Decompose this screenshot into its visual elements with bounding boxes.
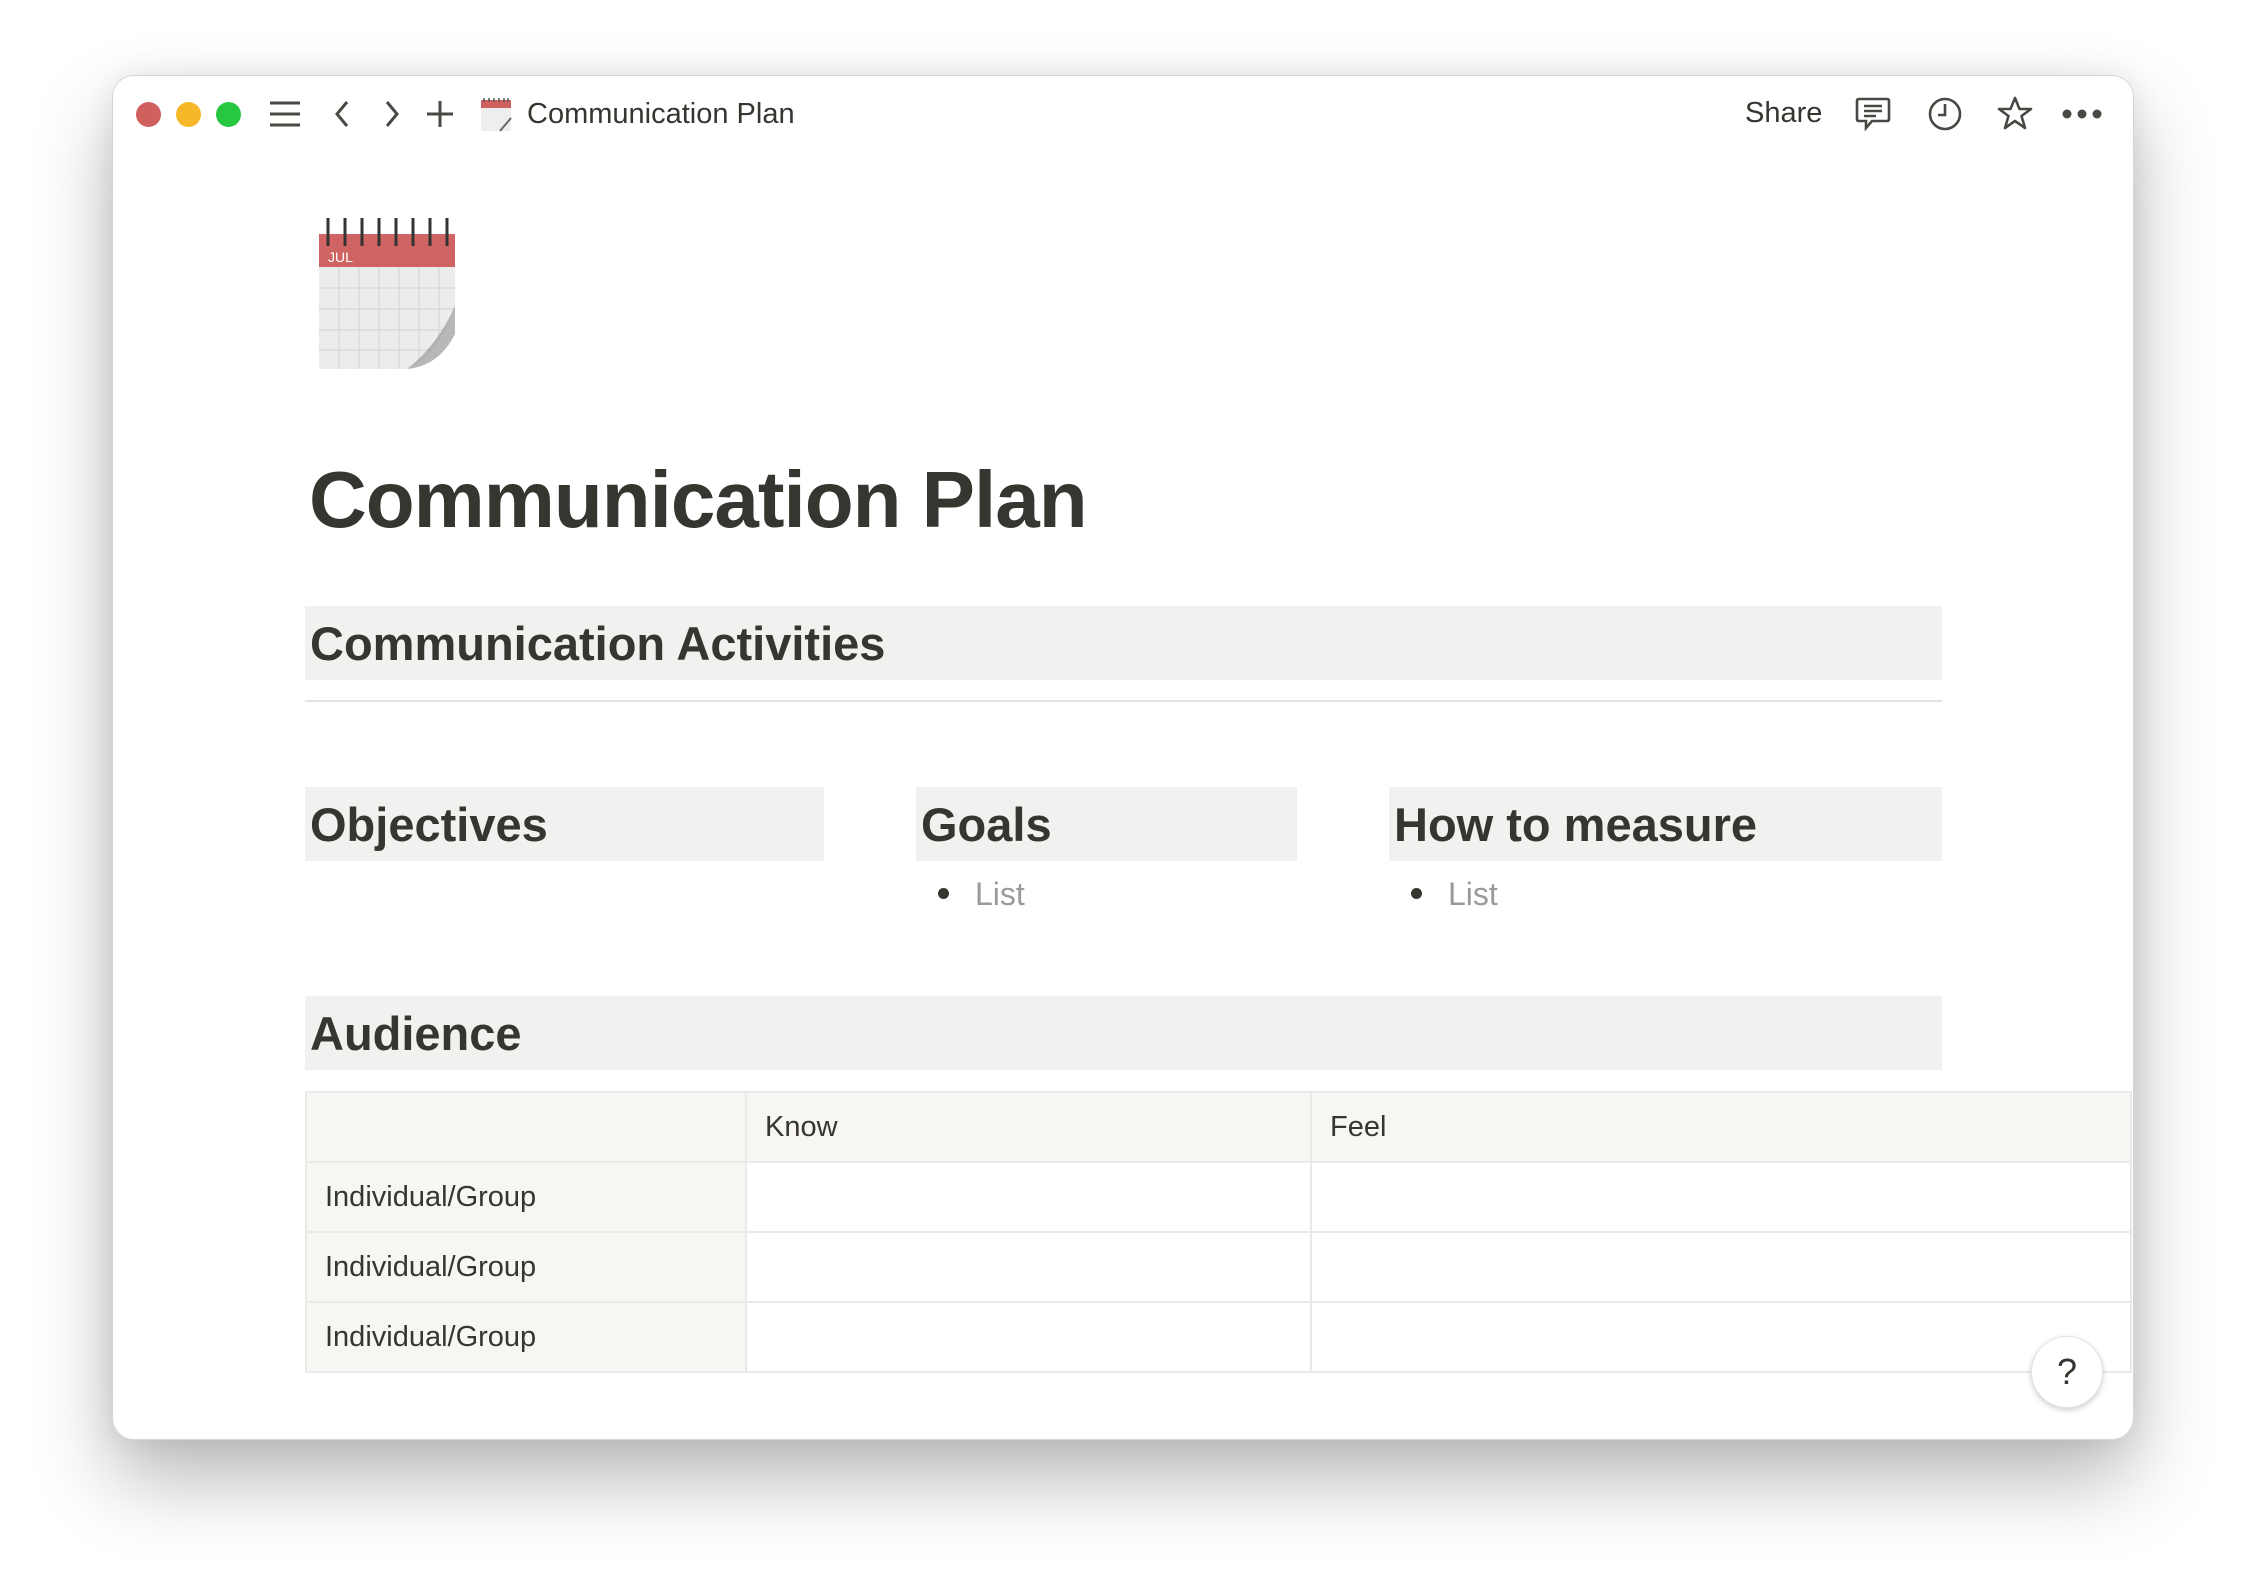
heading-audience[interactable]: Audience [305, 996, 1942, 1070]
close-window-button[interactable] [136, 102, 161, 127]
table-cell[interactable]: Individual/Group [305, 1301, 747, 1373]
star-icon[interactable] [1995, 94, 2035, 134]
table-cell[interactable]: Individual/Group [305, 1161, 747, 1233]
table-cell[interactable] [1310, 1231, 2132, 1303]
table-row: Individual/Group [305, 1301, 2132, 1373]
bullet-icon [1411, 888, 1422, 900]
table-header-cell[interactable]: Feel [1310, 1091, 2132, 1163]
title-bar: Communication Plan Share [113, 76, 2133, 152]
list-item-text: List [975, 876, 1025, 912]
help-button[interactable]: ? [2031, 1336, 2103, 1408]
maximize-window-button[interactable] [216, 102, 241, 127]
table-row: Individual/Group [305, 1231, 2132, 1303]
table-cell[interactable]: Individual/Group [305, 1231, 747, 1303]
goals-list-item[interactable]: List [938, 876, 1025, 913]
forward-icon[interactable] [377, 94, 407, 134]
table-cell[interactable] [1310, 1301, 2132, 1373]
table-cell[interactable] [745, 1161, 1312, 1233]
audience-table: Know Feel Individual/Group Individual/Gr… [305, 1091, 2132, 1373]
table-row: Individual/Group [305, 1161, 2132, 1233]
breadcrumb-page-title[interactable]: Communication Plan [527, 98, 795, 131]
measure-list-item[interactable]: List [1411, 876, 1498, 913]
heading-communication-activities[interactable]: Communication Activities [305, 606, 1942, 680]
table-cell[interactable] [745, 1231, 1312, 1303]
bullet-icon [938, 888, 949, 900]
minimize-window-button[interactable] [176, 102, 201, 127]
share-button[interactable]: Share [1745, 97, 1822, 130]
more-options-icon[interactable] [2061, 94, 2103, 134]
menu-icon[interactable] [265, 94, 305, 134]
heading-how-to-measure[interactable]: How to measure [1389, 787, 1942, 861]
table-header-cell[interactable] [305, 1091, 747, 1163]
table-header-cell[interactable]: Know [745, 1091, 1312, 1163]
history-clock-icon[interactable] [1925, 94, 1965, 134]
divider [305, 700, 1942, 702]
app-window: Communication Plan Share JUL Communicati… [112, 75, 2134, 1440]
list-item-text: List [1448, 876, 1498, 912]
svg-text:JUL: JUL [328, 249, 353, 265]
back-icon[interactable] [327, 94, 357, 134]
page-title[interactable]: Communication Plan [309, 454, 1088, 546]
comment-icon[interactable] [1853, 94, 1893, 134]
heading-goals[interactable]: Goals [916, 787, 1297, 861]
table-header-row: Know Feel [305, 1091, 2132, 1163]
spiral-calendar-icon[interactable]: JUL [319, 216, 457, 371]
calendar-page-icon [479, 94, 513, 134]
heading-objectives[interactable]: Objectives [305, 787, 824, 861]
table-cell[interactable] [1310, 1161, 2132, 1233]
table-cell[interactable] [745, 1301, 1312, 1373]
new-page-plus-icon[interactable] [423, 94, 457, 134]
